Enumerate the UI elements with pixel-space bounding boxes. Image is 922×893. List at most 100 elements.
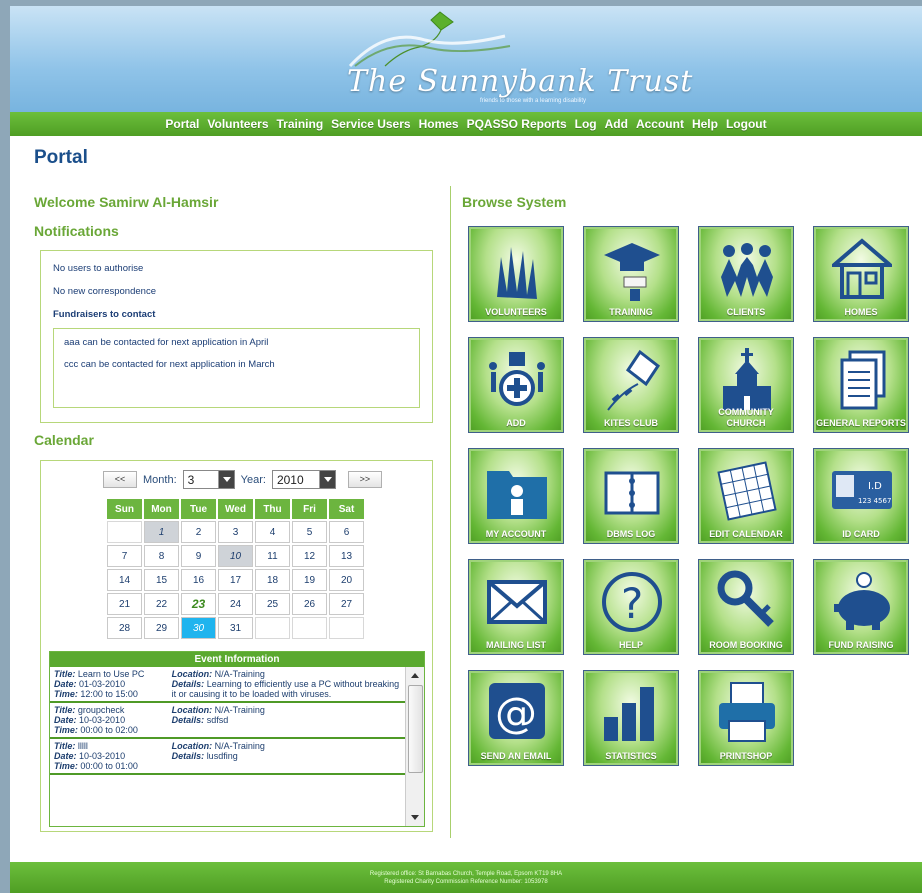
next-month-button[interactable]: >> [347, 471, 382, 488]
tile-mailing-list[interactable]: MAILING LIST [468, 559, 564, 655]
event-location: N/A-Training [214, 705, 265, 715]
tile-room-booking[interactable]: ROOM BOOKING [698, 559, 794, 655]
calendar-day[interactable]: 16 [181, 569, 216, 591]
event-item[interactable]: Title: groupcheck Date: 10-03-2010 Time: 0… [50, 703, 405, 739]
nav-help[interactable]: Help [688, 117, 722, 131]
calendar-day[interactable]: 25 [255, 593, 290, 615]
calendar-day[interactable]: 27 [329, 593, 364, 615]
church-icon [723, 348, 771, 410]
calendar-day[interactable]: 31 [218, 617, 253, 639]
event-location: N/A-Training [214, 741, 265, 751]
tile-dbms-log[interactable]: DBMS LOG [583, 448, 679, 544]
tile-homes[interactable]: HOMES [813, 226, 909, 322]
calendar-day[interactable]: 28 [107, 617, 142, 639]
tile-fund-raising[interactable]: FUND RAISING [813, 559, 909, 655]
calendar-day[interactable]: 2 [181, 521, 216, 543]
calendar-empty-cell [255, 617, 290, 639]
event-item[interactable]: Title: Learn to Use PC Date: 01-03-2010 Ti… [50, 667, 405, 703]
tile-general-reports[interactable]: GENERAL REPORTS [813, 337, 909, 433]
calendar-day[interactable]: 23 [181, 593, 216, 615]
documents-icon [840, 350, 886, 410]
tile-id-card[interactable]: I.D 123 4567 ID CARD [813, 448, 909, 544]
calendar-week: 14 15 16 17 18 19 20 [107, 569, 364, 591]
calendar-day[interactable]: 20 [329, 569, 364, 591]
calendar-day[interactable]: 7 [107, 545, 142, 567]
site-logo[interactable]: The Sunnybank Trust [347, 64, 693, 99]
nav-service-users[interactable]: Service Users [327, 117, 414, 131]
people-group-icon [721, 243, 773, 297]
tile-community-church[interactable]: COMMUNITY CHURCH [698, 337, 794, 433]
tile-edit-calendar[interactable]: EDIT CALENDAR [698, 448, 794, 544]
calendar-day[interactable]: 11 [255, 545, 290, 567]
chevron-down-icon [217, 471, 234, 488]
tile-kites-club[interactable]: KITES CLUB [583, 337, 679, 433]
nav-logout[interactable]: Logout [722, 117, 771, 131]
calendar-day[interactable]: 9 [181, 545, 216, 567]
calendar-empty-cell [292, 617, 327, 639]
calendar-icon [717, 461, 777, 521]
calendar-day[interactable]: 10 [218, 545, 253, 567]
calendar-day[interactable]: 5 [292, 521, 327, 543]
month-select[interactable]: 3 [182, 470, 235, 489]
scroll-down-icon[interactable] [411, 815, 419, 820]
calendar-day[interactable]: 18 [255, 569, 290, 591]
tile-help[interactable]: ? HELP [583, 559, 679, 655]
tile-statistics[interactable]: STATISTICS [583, 670, 679, 766]
tile-printshop[interactable]: PRINTSHOP [698, 670, 794, 766]
year-select[interactable]: 2010 [271, 470, 336, 489]
date-label: Date: [54, 715, 77, 725]
nav-pqasso-reports[interactable]: PQASSO Reports [463, 117, 571, 131]
calendar-day[interactable]: 19 [292, 569, 327, 591]
footer-address: Registered office: St Barnabas Church, T… [369, 871, 563, 877]
calendar-day[interactable]: 29 [144, 617, 179, 639]
calendar-day[interactable]: 24 [218, 593, 253, 615]
calendar-day[interactable]: 17 [218, 569, 253, 591]
nav-add[interactable]: Add [601, 117, 632, 131]
nav-account[interactable]: Account [632, 117, 688, 131]
binder-icon [604, 471, 660, 515]
calendar-week: 28 29 30 31 [107, 617, 364, 639]
event-right: Location: N/A-Training Details: sdfsd [172, 705, 401, 735]
weekday-header: Sat [329, 499, 364, 519]
scroll-up-icon[interactable] [411, 673, 419, 678]
nav-training[interactable]: Training [273, 117, 328, 131]
calendar-day[interactable]: 14 [107, 569, 142, 591]
tile-label: ID CARD [842, 529, 880, 539]
tile-label: CLIENTS [726, 307, 766, 317]
calendar-day[interactable]: 26 [292, 593, 327, 615]
tile-label: GENERAL REPORTS [816, 418, 906, 428]
tile-my-account[interactable]: MY ACCOUNT [468, 448, 564, 544]
scroll-thumb[interactable] [408, 685, 423, 773]
tile-volunteers[interactable]: VOLUNTEERS [468, 226, 564, 322]
event-scrollbar[interactable] [405, 667, 424, 826]
calendar-day[interactable]: 3 [218, 521, 253, 543]
calendar-day[interactable]: 15 [144, 569, 179, 591]
nav-volunteers[interactable]: Volunteers [203, 117, 272, 131]
tile-label: HELP [618, 640, 643, 650]
calendar-day[interactable]: 30 [181, 617, 216, 639]
prev-month-button[interactable]: << [103, 471, 137, 488]
calendar-day[interactable]: 1 [144, 521, 179, 543]
calendar-day[interactable]: 22 [144, 593, 179, 615]
event-item[interactable]: Title: lllll Date: 10-03-2010 Time: 00:00 … [50, 739, 405, 775]
fundraisers-list: aaa can be contacted for next applicatio… [53, 328, 420, 408]
tile-label: DBMS LOG [606, 529, 656, 539]
envelope-icon [487, 580, 547, 624]
calendar-day[interactable]: 13 [329, 545, 364, 567]
nav-portal[interactable]: Portal [161, 117, 203, 131]
calendar-day[interactable]: 21 [107, 593, 142, 615]
calendar-day[interactable]: 12 [292, 545, 327, 567]
title-label: Title: [54, 669, 76, 679]
nav-log[interactable]: Log [571, 117, 601, 131]
tile-clients[interactable]: CLIENTS [698, 226, 794, 322]
weekday-header: Sun [107, 499, 142, 519]
calendar-day[interactable]: 8 [144, 545, 179, 567]
time-label: Time: [54, 689, 78, 699]
notification-item: No users to authorise [53, 263, 144, 274]
tile-training[interactable]: TRAINING [583, 226, 679, 322]
calendar-day[interactable]: 4 [255, 521, 290, 543]
tile-send-an-email[interactable]: @ SEND AN EMAIL [468, 670, 564, 766]
tile-add[interactable]: ADD [468, 337, 564, 433]
calendar-day[interactable]: 6 [329, 521, 364, 543]
nav-homes[interactable]: Homes [415, 117, 463, 131]
